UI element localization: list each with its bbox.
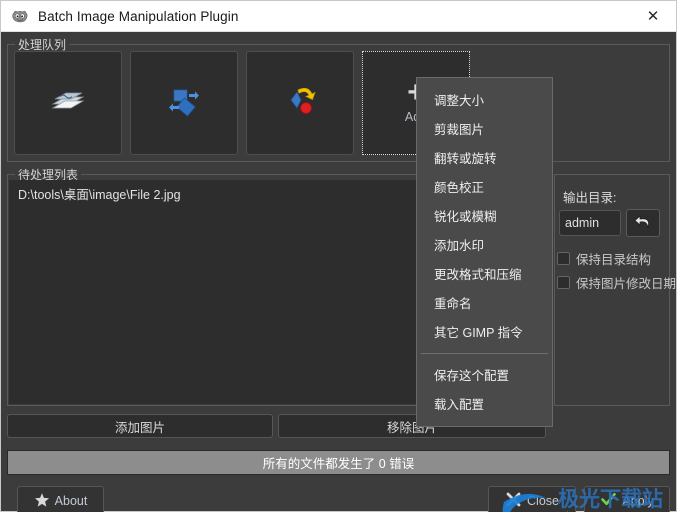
checkbox-box xyxy=(557,276,570,289)
about-label: About xyxy=(54,494,88,508)
apply-button[interactable]: Apply xyxy=(584,486,670,512)
star-icon xyxy=(34,492,50,511)
transform-shapes-icon xyxy=(163,82,205,125)
menu-item-crop[interactable]: 剪裁图片 xyxy=(417,114,552,143)
menu-item-other-gimp[interactable]: 其它 GIMP 指令 xyxy=(417,317,552,346)
close-label: Close xyxy=(527,494,559,508)
output-dir-input[interactable] xyxy=(559,210,621,236)
keep-mtime-label: 保持图片修改日期 xyxy=(576,277,677,291)
gimp-wilber-icon xyxy=(10,7,30,25)
queue-tile-flatten[interactable] xyxy=(14,51,122,155)
menu-item-color-correct[interactable]: 颜色校正 xyxy=(417,172,552,201)
title-bar: Batch Image Manipulation Plugin ✕ xyxy=(1,1,676,32)
queue-context-menu: 调整大小 剪裁图片 翻转或旋转 颜色校正 锐化或模糊 添加水印 更改格式和压缩 … xyxy=(416,77,553,427)
output-dir-row xyxy=(559,209,660,237)
add-image-button[interactable]: 添加图片 xyxy=(7,414,273,438)
queue-tile-rotate-color[interactable] xyxy=(246,51,354,155)
queue-tiles: + Add xyxy=(14,51,470,155)
status-bar: 所有的文件都发生了 0 错误 xyxy=(7,450,670,475)
close-button[interactable]: Close xyxy=(488,486,576,512)
checkbox-box xyxy=(557,252,570,265)
check-icon xyxy=(600,491,617,511)
apply-label: Apply xyxy=(622,494,654,508)
flatten-layers-icon xyxy=(47,84,89,123)
menu-item-sharpen-blur[interactable]: 锐化或模糊 xyxy=(417,201,552,230)
undo-arrow-icon[interactable] xyxy=(626,209,660,237)
x-icon xyxy=(505,491,522,511)
window-body: 处理队列 待处理列表 D:\tools\桌面\image\File 2.jpg … xyxy=(1,32,676,512)
processing-queue-group: 处理队列 xyxy=(7,36,670,162)
menu-item-rename[interactable]: 重命名 xyxy=(417,288,552,317)
plugin-window: Batch Image Manipulation Plugin ✕ 处理队列 待… xyxy=(0,0,677,512)
menu-item-format-compress[interactable]: 更改格式和压缩 xyxy=(417,259,552,288)
menu-separator xyxy=(421,353,548,354)
queue-tile-transform[interactable] xyxy=(130,51,238,155)
window-title: Batch Image Manipulation Plugin xyxy=(38,8,239,24)
rotate-color-icon xyxy=(279,82,321,125)
menu-item-flip-rotate[interactable]: 翻转或旋转 xyxy=(417,143,552,172)
menu-item-resize[interactable]: 调整大小 xyxy=(417,85,552,114)
close-icon[interactable]: ✕ xyxy=(630,1,676,31)
menu-item-save-config[interactable]: 保存这个配置 xyxy=(417,360,552,389)
output-options-group: 输出目录: 保持目录结构 保持图片修改日期 xyxy=(554,174,676,406)
menu-item-load-config[interactable]: 载入配置 xyxy=(417,389,552,418)
output-dir-label: 输出目录: xyxy=(563,191,617,205)
keep-dir-structure-label: 保持目录结构 xyxy=(576,253,652,267)
keep-mtime-checkbox[interactable]: 保持图片修改日期 xyxy=(557,273,676,292)
about-button[interactable]: About xyxy=(17,486,104,512)
keep-dir-structure-checkbox[interactable]: 保持目录结构 xyxy=(557,249,651,268)
menu-item-watermark[interactable]: 添加水印 xyxy=(417,230,552,259)
